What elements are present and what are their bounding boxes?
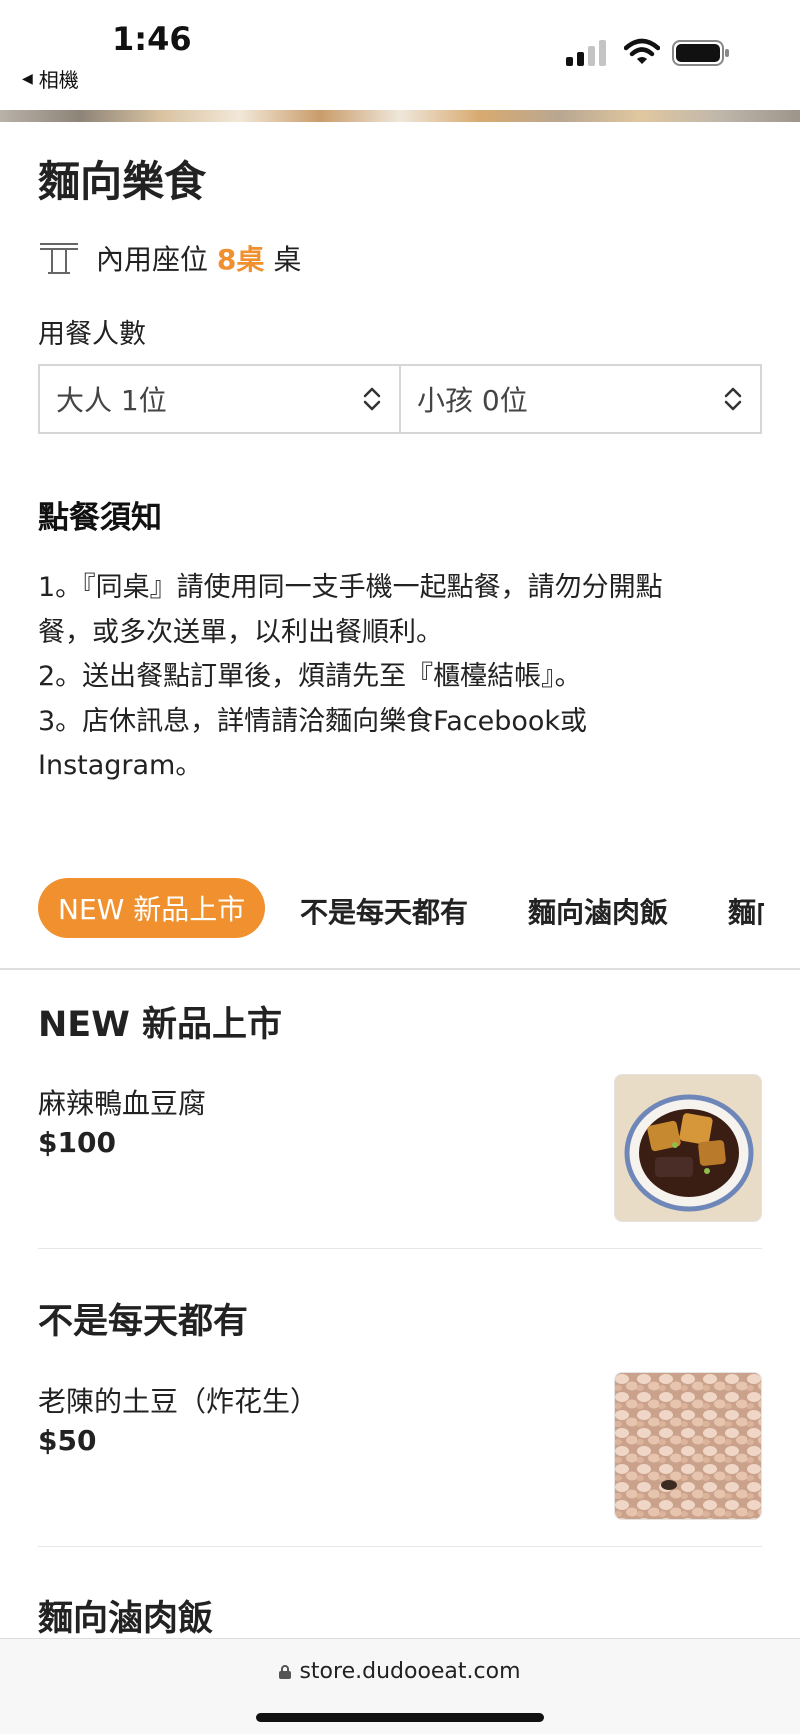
section-heading: 不是每天都有 bbox=[38, 1302, 249, 1342]
tab-new-products[interactable]: NEW 新品上市 bbox=[38, 878, 266, 938]
menu-item-name[interactable]: 麻辣鴨血豆腐 bbox=[38, 1082, 206, 1122]
wifi-icon bbox=[624, 38, 660, 64]
menu-item-price: $50 bbox=[38, 1424, 97, 1457]
item-divider bbox=[38, 1546, 762, 1547]
dish-bowl-image bbox=[615, 1075, 761, 1221]
menu-item-price: $100 bbox=[38, 1126, 116, 1159]
back-to-camera-link[interactable]: ◀ 相機 bbox=[22, 64, 79, 93]
section-heading: NEW 新品上市 bbox=[38, 1005, 282, 1045]
fried-peanuts-photo[interactable] bbox=[614, 1372, 762, 1520]
chevron-updown-icon bbox=[724, 387, 742, 411]
browser-bottom-bar: store.dudooeat.com bbox=[0, 1638, 800, 1734]
back-triangle-icon: ◀ bbox=[22, 70, 33, 87]
item-divider bbox=[38, 1248, 762, 1249]
seat-info: 內用座位 8桌 桌 bbox=[38, 238, 301, 278]
notice-line: 3。店休訊息，詳情請洽麵向樂食Facebook或 bbox=[38, 705, 588, 737]
home-indicator[interactable] bbox=[256, 1713, 544, 1722]
url-text: store.dudooeat.com bbox=[299, 1659, 521, 1684]
status-bar: 1:46 ◀ 相機 bbox=[0, 0, 800, 110]
notice-line: 餐，或多次送單，以利出餐順利。 bbox=[38, 616, 443, 648]
tab-more[interactable]: 麵向 bbox=[728, 891, 764, 931]
notice-line: 2。送出餐點訂單後，煩請先至『櫃檯結帳』。 bbox=[38, 661, 582, 692]
category-tabs: NEW 新品上市 不是每天都有 麵向滷肉飯 麵向 bbox=[0, 878, 800, 940]
menu-item-name[interactable]: 老陳的土豆（炸花生） bbox=[38, 1380, 318, 1420]
store-title: 麵向樂食 bbox=[38, 157, 207, 206]
peanuts-image bbox=[615, 1373, 761, 1519]
spicy-duck-blood-tofu-photo[interactable] bbox=[614, 1074, 762, 1222]
seat-suffix: 桌 bbox=[273, 243, 302, 276]
diners-selectors: 大人 1位 小孩 0位 bbox=[38, 364, 762, 434]
lock-icon bbox=[279, 1665, 292, 1679]
child-count-value: 小孩 0位 bbox=[417, 384, 528, 417]
seat-prefix: 內用座位 bbox=[96, 243, 209, 276]
back-app-label: 相機 bbox=[38, 68, 79, 92]
tab-not-every-day[interactable]: 不是每天都有 bbox=[300, 891, 468, 931]
url-bar[interactable]: store.dudooeat.com bbox=[0, 1659, 800, 1684]
notice-line: 1。『同桌』請使用同一支手機一起點餐，請勿分開點 bbox=[38, 572, 663, 603]
battery-icon bbox=[672, 40, 729, 66]
adult-count-value: 大人 1位 bbox=[56, 384, 167, 417]
cellular-signal-icon bbox=[566, 40, 606, 66]
tabs-divider bbox=[0, 968, 800, 970]
notice-text: 1。『同桌』請使用同一支手機一起點餐，請勿分開點 餐，或多次送單，以利出餐順利。… bbox=[38, 566, 768, 789]
table-icon bbox=[40, 243, 78, 274]
child-count-select[interactable]: 小孩 0位 bbox=[399, 366, 760, 432]
tab-braised-pork-rice[interactable]: 麵向滷肉飯 bbox=[528, 891, 668, 931]
chevron-updown-icon bbox=[363, 387, 381, 411]
section-heading: 麵向滷肉飯 bbox=[38, 1599, 214, 1639]
seat-number: 8桌 bbox=[216, 243, 265, 276]
diners-label: 用餐人數 bbox=[38, 319, 146, 350]
notice-title: 點餐須知 bbox=[38, 500, 162, 536]
status-time: 1:46 bbox=[112, 20, 192, 58]
notice-line: Instagram。 bbox=[38, 750, 203, 781]
adult-count-select[interactable]: 大人 1位 bbox=[40, 366, 399, 432]
store-banner-image bbox=[0, 110, 800, 122]
